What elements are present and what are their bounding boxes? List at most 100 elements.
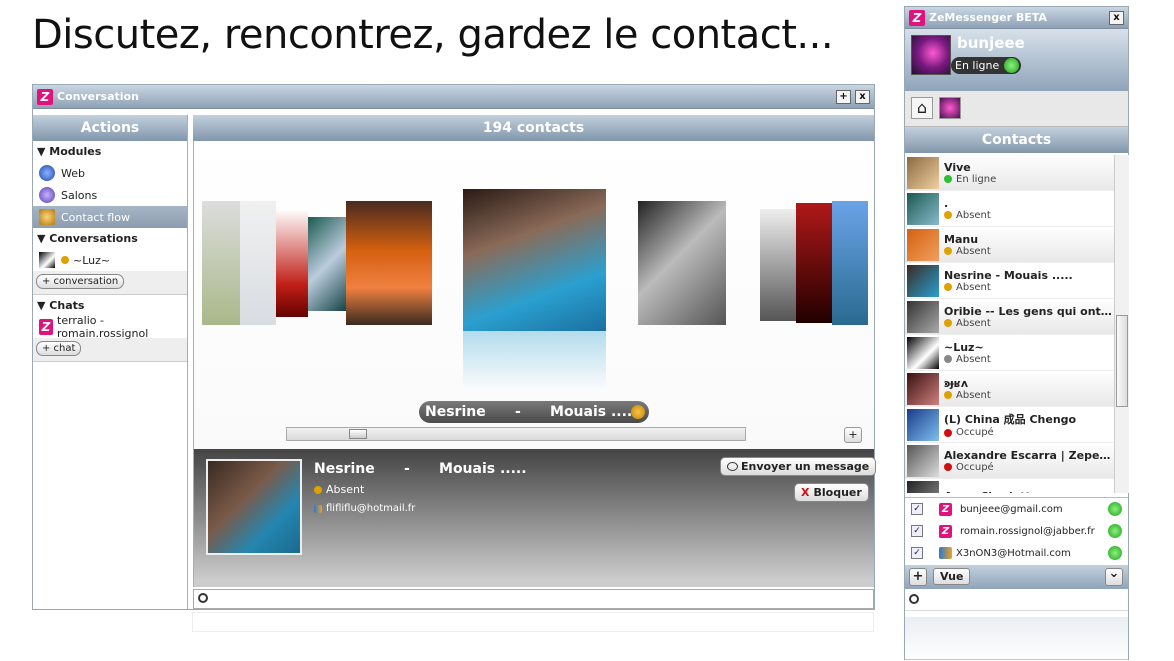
contact-list-item[interactable]: . Absent [905, 191, 1116, 227]
contact-tile-selected[interactable] [463, 189, 606, 331]
contact-tile[interactable] [832, 201, 868, 325]
contacts-pane: 194 contacts Nesrine - Mouais ..... + Ne… [193, 115, 877, 609]
selected-contact-pill: Nesrine - Mouais ..... [419, 401, 649, 423]
zemessenger-logo-icon: Z [939, 524, 952, 538]
contact-name: ꜿɟʁʌ [944, 376, 969, 390]
contact-avatar [907, 409, 939, 441]
contact-detail-email: flifliflu@hotmail.fr [314, 503, 415, 514]
status-selector[interactable]: En ligne [951, 57, 1022, 74]
contact-avatar [907, 373, 939, 405]
contact-tile[interactable] [796, 203, 832, 323]
conversation-item[interactable]: ~Luz~ [33, 249, 187, 271]
account-checkbox[interactable]: ✓ [911, 547, 923, 559]
gallery-scrollbar[interactable] [286, 427, 746, 441]
contact-name: Vive [944, 160, 971, 174]
block-button[interactable]: X Bloquer [794, 483, 869, 502]
messenger-titlebar[interactable]: Z ZeMessenger BETA x [905, 7, 1128, 29]
account-checkbox[interactable]: ✓ [911, 503, 923, 515]
status-dot-icon [944, 175, 952, 183]
contact-tile[interactable] [276, 209, 308, 317]
globe-icon [39, 165, 55, 181]
chevron-down-icon[interactable]: ⌄ [1105, 567, 1123, 586]
account-row[interactable]: ✓ Z bunjeee@gmail.com [905, 498, 1128, 520]
module-salons[interactable]: Salons [33, 184, 187, 206]
online-status-icon [1108, 502, 1122, 516]
messenger-search-input[interactable] [905, 591, 1128, 611]
contacts-search-input[interactable] [193, 589, 874, 609]
zemessenger-logo-icon: Z [37, 88, 53, 105]
status-dot-icon [944, 391, 952, 399]
contact-status: Absent [944, 282, 1112, 293]
contact-list-item[interactable]: Anne-Charlotte [905, 479, 1116, 493]
user-avatar-small-icon[interactable] [939, 97, 961, 119]
search-icon [909, 594, 919, 604]
conversation-titlebar[interactable]: Z Conversation + x [33, 85, 874, 109]
account-row[interactable]: ✓ X3nON3@Hotmail.com [905, 542, 1128, 564]
contact-status: En ligne [944, 174, 1112, 185]
close-button[interactable]: x [855, 89, 870, 104]
search-icon [198, 593, 208, 603]
account-row[interactable]: ✓ Z romain.rossignol@jabber.fr [905, 520, 1128, 542]
contact-list-item[interactable]: ~Luz~ Absent [905, 335, 1116, 371]
chat-bubbles-icon [39, 187, 55, 203]
reflection [905, 617, 1128, 661]
contact-detail-panel: Nesrine - Mouais ..... Absent flifliflu@… [193, 449, 877, 587]
contact-status: Absent [944, 390, 1112, 401]
profile-header: bunjeee En ligne [905, 29, 1128, 91]
contact-status: Absent [944, 210, 1112, 221]
contact-tile[interactable] [760, 209, 796, 321]
gallery-scroll-thumb[interactable] [349, 429, 367, 439]
contact-list-item[interactable]: Nesrine - Mouais ..... Absent [905, 263, 1116, 299]
add-contact-button[interactable]: + [909, 568, 927, 586]
contacts-header: Contacts [905, 127, 1128, 153]
absent-status-icon [631, 405, 645, 419]
contact-tile[interactable] [240, 201, 276, 325]
contact-list-item[interactable]: ꜿɟʁʌ Absent [905, 371, 1116, 407]
view-button[interactable]: Vue [933, 568, 971, 585]
online-status-icon [1108, 546, 1122, 560]
contact-list-item[interactable]: Manu Absent [905, 227, 1116, 263]
messenger-close-button[interactable]: x [1109, 10, 1124, 25]
gallery-zoom-button[interactable]: + [844, 427, 862, 443]
contact-list-scroll-thumb[interactable] [1116, 315, 1128, 407]
module-contact-flow[interactable]: Contact flow [33, 206, 187, 228]
modules-section[interactable]: ▼ Modules [33, 141, 187, 162]
zemessenger-logo-icon: Z [909, 9, 925, 26]
messenger-bottom-toolbar: + Vue ⌄ [905, 565, 1128, 589]
status-dot-icon [944, 283, 952, 291]
contact-list-scrollbar[interactable] [1114, 155, 1129, 493]
contact-tile[interactable] [346, 201, 432, 325]
chats-section[interactable]: ▼ Chats [33, 295, 187, 316]
chat-item[interactable]: Z terralio - romain.rossignol [33, 314, 187, 340]
conversations-section[interactable]: ▼ Conversations [33, 228, 187, 249]
contact-list-item[interactable]: Oribie -- Les gens qui ont e... Absent [905, 299, 1116, 335]
status-dot-icon [944, 211, 952, 219]
messenger-window: Z ZeMessenger BETA x bunjeee En ligne ⌂ … [904, 6, 1129, 661]
add-conversation-button[interactable]: + conversation [36, 274, 125, 289]
contact-tile[interactable] [638, 201, 726, 325]
headline: Discutez, rencontrez, gardez le contact.… [32, 12, 834, 58]
module-web[interactable]: Web [33, 162, 187, 184]
contact-tile[interactable] [308, 217, 348, 311]
send-message-button[interactable]: Envoyer un message [720, 457, 877, 476]
contact-name: Nesrine - Mouais ..... [944, 268, 1073, 282]
contact-photo [206, 459, 302, 555]
contact-list-item[interactable]: (L) China 成品 Chengo Occupé [905, 407, 1116, 443]
messenger-toolbar: ⌂ [905, 91, 1128, 127]
absent-status-icon [314, 485, 322, 494]
contact-name: (L) China 成品 Chengo [944, 413, 1077, 426]
x-icon: X [801, 486, 810, 499]
contacts-icon [39, 209, 55, 225]
contact-list-item[interactable]: Vive En ligne [905, 155, 1116, 191]
accounts-list: ✓ Z bunjeee@gmail.com ✓ Z romain.rossign… [905, 497, 1128, 565]
contact-flow-gallery[interactable]: Nesrine - Mouais ..... + [193, 141, 874, 449]
maximize-button[interactable]: + [836, 89, 851, 104]
contact-tile[interactable] [202, 201, 240, 325]
home-icon[interactable]: ⌂ [911, 97, 933, 119]
add-chat-button[interactable]: + chat [36, 341, 82, 356]
contact-detail-status: Absent [314, 483, 364, 496]
account-checkbox[interactable]: ✓ [911, 525, 923, 537]
user-avatar[interactable] [911, 35, 951, 75]
contact-list: Vive En ligne. Absent Manu Absent Nesrine - M… [905, 155, 1116, 493]
contact-list-item[interactable]: Alexandre Escarra | Zepeo... Occupé [905, 443, 1116, 479]
